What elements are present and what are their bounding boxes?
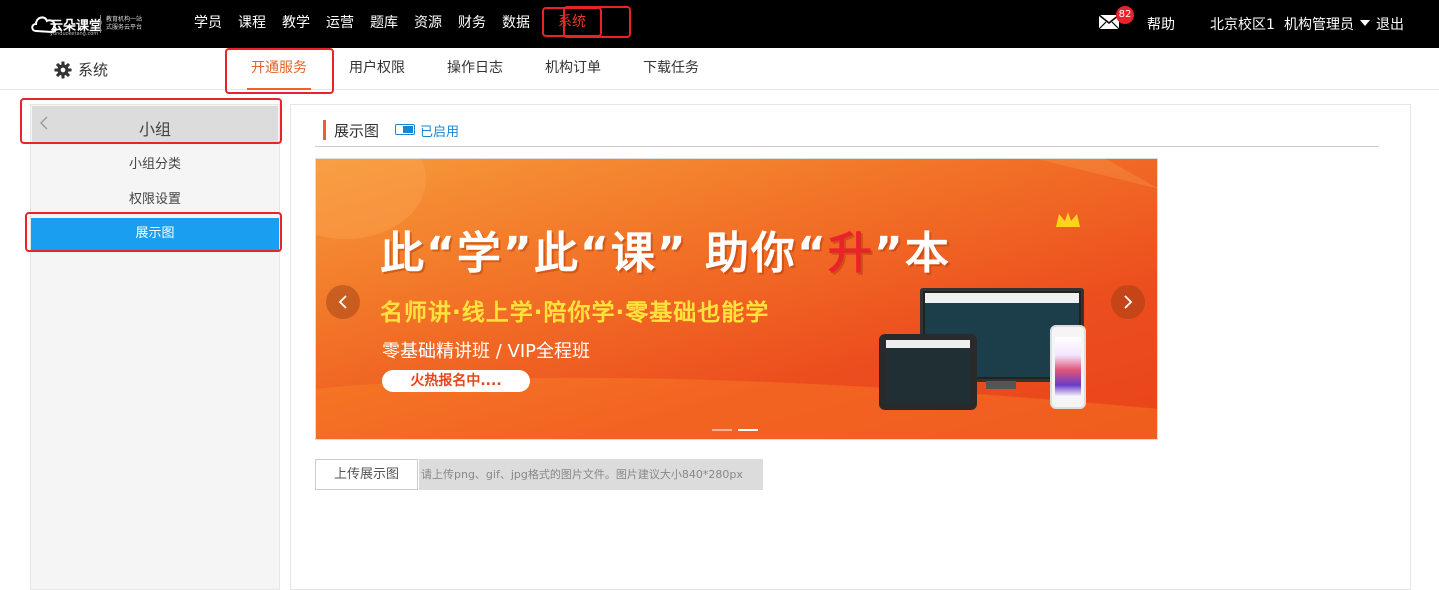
carousel-indicators <box>712 429 758 431</box>
user-role-menu[interactable]: 机构管理员 <box>1284 14 1354 34</box>
nav-question-bank[interactable]: 题库 <box>362 0 406 48</box>
monitor-stand <box>986 381 1016 389</box>
sidebar-item-display-image[interactable]: 展示图 <box>31 218 279 250</box>
tab-download-tasks-label: 下载任务 <box>643 60 699 76</box>
sidebar-title: 小组 <box>138 120 171 139</box>
tab-user-permissions-label: 用户权限 <box>349 60 405 76</box>
toggle-status-label[interactable]: 已启用 <box>420 121 459 140</box>
toggle-switch-icon[interactable] <box>395 124 415 135</box>
sub-navbar: 系统 开通服务 用户权限 操作日志 机构订单 下载任务 <box>0 48 1439 90</box>
logout-link[interactable]: 退出 <box>1376 14 1404 34</box>
nav-courses[interactable]: 课程 <box>230 0 274 48</box>
carousel-next-button[interactable] <box>1111 285 1145 319</box>
logo-slogan: 教育机构一站式服务云平台 <box>106 16 143 31</box>
nav-teaching[interactable]: 教学 <box>274 0 318 48</box>
tab-institution-orders[interactable]: 机构订单 <box>545 48 601 89</box>
nav-data[interactable]: 数据 <box>494 0 538 48</box>
message-count-badge: 82 <box>1116 6 1134 24</box>
crown-icon <box>1056 212 1080 227</box>
banner-headline-part3: ”本 <box>873 228 951 279</box>
logo-domain: yunduoketang.com <box>50 31 99 37</box>
banner-course-types: 零基础精讲班 / VIP全程班 <box>382 341 590 362</box>
title-accent-bar <box>323 120 326 140</box>
banner-headline: 此“学”此“课” 助你“升”本 <box>380 217 951 281</box>
nav-resources[interactable]: 资源 <box>406 0 450 48</box>
tablet-screen-header <box>886 340 970 348</box>
chevron-left-icon <box>338 295 347 309</box>
section-heading: 系统 <box>54 59 108 80</box>
banner-headline-part1: 此“学”此“课” 助你“ <box>380 228 828 279</box>
tab-user-permissions[interactable]: 用户权限 <box>349 48 405 89</box>
banner-subtitle: 名师讲·线上学·陪你学·零基础也能学 <box>380 300 770 326</box>
sidebar-item-permission-settings[interactable]: 权限设置 <box>31 184 279 216</box>
monitor-screen-header <box>925 293 1079 303</box>
banner-headline-highlight: 升 <box>827 228 874 279</box>
carousel-dot-1[interactable] <box>712 429 732 431</box>
toggle-knob <box>403 126 413 133</box>
banner-carousel[interactable]: 此“学”此“课” 助你“升”本 名师讲·线上学·陪你学·零基础也能学 零基础精讲… <box>315 158 1158 440</box>
section-heading-label: 系统 <box>78 61 109 79</box>
campus-selector[interactable]: 北京校区1 <box>1210 14 1275 34</box>
tablet-illustration <box>879 334 977 410</box>
tab-open-services[interactable]: 开通服务 <box>247 48 311 90</box>
logo[interactable]: 云朵课堂 yunduoketang.com 教育机构一站式服务云平台 <box>30 9 142 39</box>
content-title-label: 展示图 <box>334 121 380 140</box>
nav-students[interactable]: 学员 <box>186 0 230 48</box>
upload-hint-text: 请上传png、gif、jpg格式的图片文件。图片建议大小840*280px <box>419 459 763 490</box>
content-section-title: 展示图 <box>323 119 379 141</box>
logo-divider <box>100 15 101 33</box>
phone-illustration <box>1050 325 1086 409</box>
section-divider <box>315 146 1379 147</box>
upload-image-button[interactable]: 上传展示图 <box>315 459 418 490</box>
tab-open-services-label: 开通服务 <box>251 60 307 76</box>
sidebar-item-group-category[interactable]: 小组分类 <box>31 149 279 181</box>
nav-system[interactable]: 系统 <box>542 7 602 37</box>
carousel-dot-2[interactable] <box>738 429 758 431</box>
nav-finance[interactable]: 财务 <box>450 0 494 48</box>
sidebar-header: 小组 <box>32 106 278 142</box>
active-tab-underline <box>247 88 311 90</box>
messages-button[interactable]: 82 <box>1098 6 1134 34</box>
carousel-prev-button[interactable] <box>326 285 360 319</box>
banner-enroll-button[interactable]: 火热报名中.... <box>382 370 530 392</box>
main-content: 展示图 已启用 此“学”此“课” 助你“升”本 名师讲·线上学·陪你学·零基础也… <box>290 104 1411 590</box>
gear-icon <box>54 60 72 79</box>
nav-operations[interactable]: 运营 <box>318 0 362 48</box>
sidebar: 小组 小组分类 权限设置 展示图 <box>30 104 280 590</box>
chevron-right-icon <box>1124 295 1133 309</box>
main-nav: 学员 课程 教学 运营 题库 资源 财务 数据 系统 <box>186 0 602 48</box>
tablet-screen <box>886 340 970 404</box>
caret-down-icon[interactable] <box>1360 20 1370 26</box>
tab-operation-log-label: 操作日志 <box>447 60 503 76</box>
tab-institution-orders-label: 机构订单 <box>545 60 601 76</box>
phone-screen <box>1055 337 1081 397</box>
top-navbar: 云朵课堂 yunduoketang.com 教育机构一站式服务云平台 学员 课程… <box>0 0 1439 48</box>
tab-operation-log[interactable]: 操作日志 <box>447 48 503 89</box>
help-link[interactable]: 帮助 <box>1147 14 1175 34</box>
tab-download-tasks[interactable]: 下载任务 <box>643 48 699 89</box>
